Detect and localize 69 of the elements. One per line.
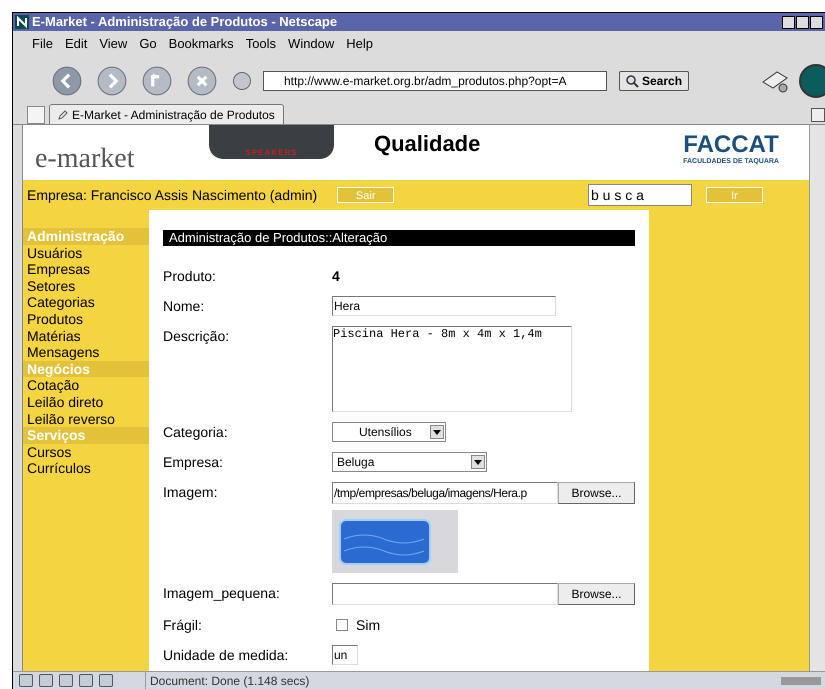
menu-item[interactable]: File — [32, 34, 53, 54]
sidebar-link[interactable]: Empresas — [23, 261, 149, 278]
field-label: Imagem: — [163, 483, 218, 502]
close-tab-button[interactable] — [811, 108, 825, 122]
field-label: Imagem_pequena: — [163, 584, 281, 603]
sponsor-logo: SPEAKERS — [209, 125, 334, 159]
menu-item[interactable]: Help — [346, 34, 374, 54]
text-field[interactable]: un — [332, 645, 358, 665]
page-heading: Administração de Produtos::Alteração — [163, 230, 635, 246]
product-id-value: 4 — [332, 267, 341, 286]
search-field[interactable]: b u s c a — [588, 184, 692, 206]
sidebar-section-heading: Administração — [23, 228, 149, 245]
field-label: Frágil: — [163, 616, 203, 635]
sidebar-link[interactable]: Cotação — [23, 377, 149, 394]
minimize-button[interactable] — [782, 16, 795, 28]
sidebar-link[interactable]: Leilão direto — [23, 394, 149, 411]
field-label: Nome: — [163, 297, 206, 316]
text-field[interactable]: Hera — [332, 296, 556, 316]
pencil-icon — [58, 110, 68, 120]
dropdown[interactable]: Beluga — [332, 452, 487, 472]
sidebar-section-heading: Serviços — [23, 427, 149, 444]
app-icon — [15, 15, 29, 29]
menu-item[interactable]: View — [99, 34, 128, 54]
file-path-field[interactable]: /tmp/empresas/beluga/imagens/Hera.p — [332, 482, 558, 504]
field-label: Categoria: — [163, 423, 229, 442]
browse-button[interactable]: Browse... — [558, 482, 635, 504]
forward-icon[interactable] — [96, 65, 128, 97]
window-title: E-Market - Administração de Produtos - Netscape — [32, 13, 338, 32]
close-button[interactable] — [810, 16, 823, 28]
menu-item[interactable]: Tools — [246, 34, 276, 54]
browser-tab[interactable]: E-Market - Administração de Produtos — [49, 104, 284, 124]
slogan-text: Qualidade — [374, 130, 480, 158]
menu-item[interactable]: Window — [288, 34, 334, 54]
sidebar-link[interactable]: Matérias — [23, 328, 149, 344]
field-label: Empresa: — [163, 453, 224, 472]
reload-icon[interactable] — [141, 65, 173, 97]
vertical-scrollbar[interactable] — [809, 125, 825, 671]
sidebar-link[interactable]: Currículos — [23, 460, 149, 477]
history-button[interactable] — [233, 72, 251, 90]
maximize-button[interactable] — [796, 16, 809, 28]
sidebar-link[interactable]: Mensagens — [23, 344, 149, 361]
field-label: Descrição: — [163, 327, 230, 346]
description-textarea[interactable]: Piscina Hera - 8m x 4m x 1,4m — [332, 326, 572, 412]
sidebar-link[interactable]: Cursos — [23, 444, 149, 460]
sidebar-section-heading: Negócios — [23, 360, 149, 378]
url-field[interactable]: http://www.e-market.org.br/adm_produtos.php?opt=A — [263, 71, 607, 91]
checkbox[interactable] — [336, 619, 348, 631]
field-label: Unidade de medida: — [163, 646, 290, 665]
search-icon — [626, 74, 639, 88]
sidebar-link[interactable]: Categorias — [23, 294, 149, 311]
file-path-field[interactable] — [332, 583, 558, 605]
logo-text: e-market — [34, 142, 136, 176]
sidebar-link[interactable]: Leilão reverso — [23, 410, 149, 428]
browse-button[interactable]: Browse... — [558, 583, 635, 605]
faccat-logo-text: FACCAT — [683, 133, 779, 157]
menu-item[interactable]: Go — [139, 34, 157, 54]
checkbox-label: Sim — [356, 616, 380, 635]
field-label: Produto: — [163, 267, 217, 286]
new-tab-button[interactable] — [27, 106, 45, 124]
dropdown[interactable]: Utensílios — [332, 422, 446, 442]
sidebar-link[interactable]: Produtos — [23, 310, 149, 328]
sidebar-link[interactable]: Setores — [23, 278, 149, 294]
search-button[interactable]: Search — [619, 71, 690, 91]
sidebar-link[interactable]: Usuários — [23, 244, 149, 262]
menu-item[interactable]: Edit — [64, 34, 88, 54]
company-label: Empresa: Francisco Assis Nascimento (admin) — [27, 186, 318, 205]
menu-item[interactable]: Bookmarks — [168, 34, 234, 54]
stop-icon[interactable] — [186, 65, 218, 97]
back-icon[interactable] — [51, 65, 83, 97]
